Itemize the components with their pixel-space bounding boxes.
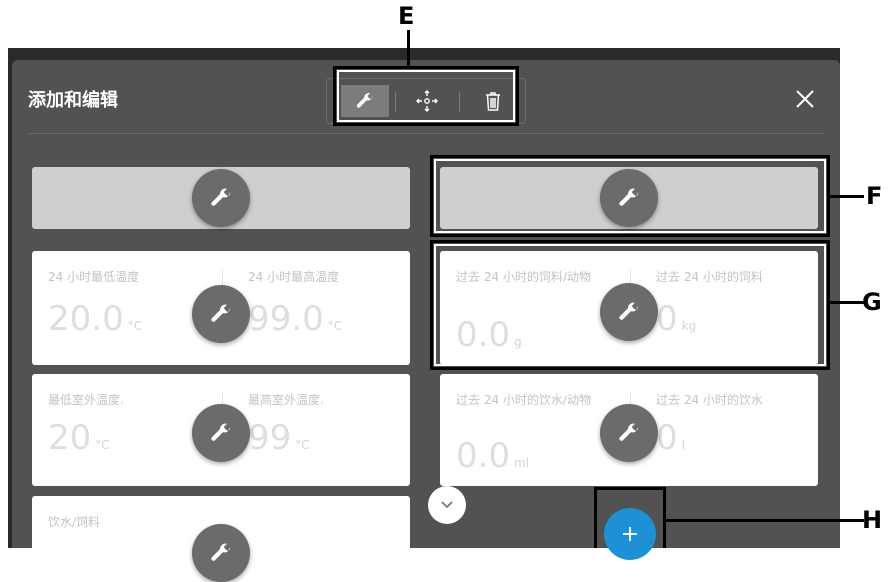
callout-g-line (830, 301, 864, 304)
callout-g-frame-inner (434, 244, 826, 366)
callout-h-letter: H (862, 506, 883, 534)
edit-widget-button[interactable] (192, 404, 250, 462)
widget-right-value: 99 °C (248, 418, 310, 458)
edit-widget-button[interactable] (192, 524, 250, 582)
callout-e-letter: E (398, 2, 415, 30)
widget-right-label: 24 小时最高温度 (248, 270, 340, 284)
callout-f-line (830, 195, 864, 198)
widget-left-value: 20 °C (48, 418, 110, 458)
widget-left-label: 最低室外温度. (48, 393, 124, 407)
widget-left-value: 0.0 ml (456, 436, 530, 476)
header-divider (28, 133, 824, 134)
chevron-down-icon (441, 501, 453, 509)
callout-h-line (666, 519, 864, 522)
widget-left-value: 20.0 °C (48, 299, 143, 339)
callout-g-letter: G (862, 288, 882, 316)
wrench-icon (211, 304, 231, 322)
page-background (0, 0, 889, 48)
widget-right-label: 最高室外温度. (248, 393, 324, 407)
widget-right-value: 0l (656, 418, 685, 458)
callout-f-letter: F (866, 182, 883, 210)
widget-left-value (48, 534, 52, 574)
callout-f-frame-inner (434, 159, 826, 233)
scroll-down-button[interactable] (428, 486, 466, 524)
callout-e-line (407, 30, 410, 68)
widget-left-label: 过去 24 小时的饮水/动物 (456, 393, 591, 407)
widget-right-label: 过去 24 小时的饮水 (656, 393, 763, 407)
wrench-icon (619, 423, 639, 441)
widget-left-label: 饮水/饲料 (48, 515, 101, 529)
callout-e-frame-inner (337, 70, 515, 122)
widget-right-value: 99.0 °C (248, 299, 343, 339)
wrench-icon (211, 423, 231, 441)
callout-h-frame (594, 487, 666, 548)
close-icon (796, 90, 814, 108)
wrench-icon (211, 188, 231, 206)
close-button[interactable] (790, 84, 820, 114)
wrench-icon (211, 543, 231, 561)
dialog-title: 添加和编辑 (28, 90, 118, 111)
edit-widget-button[interactable] (192, 169, 250, 227)
edit-widget-button[interactable] (600, 404, 658, 462)
widget-left-label: 24 小时最低温度 (48, 270, 140, 284)
edit-widget-button[interactable] (192, 285, 250, 343)
